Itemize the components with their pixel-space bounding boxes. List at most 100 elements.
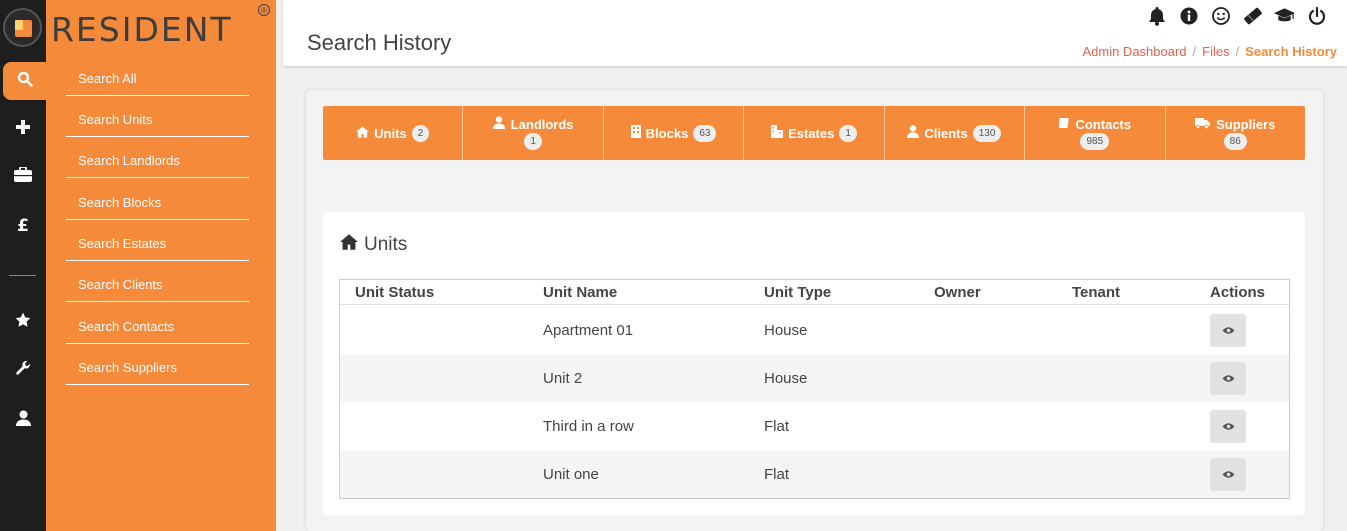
plus-icon xyxy=(16,119,30,139)
count-badge: 1 xyxy=(524,133,542,150)
breadcrumb: Admin Dashboard / Files / Search History xyxy=(1082,44,1337,59)
registered-mark: ® xyxy=(258,4,270,16)
graduation-cap-icon[interactable] xyxy=(1274,6,1295,26)
column-header[interactable]: Unit Status xyxy=(355,284,434,301)
count-badge: 86 xyxy=(1223,132,1247,150)
eye-icon xyxy=(1222,322,1235,339)
tab-label: Suppliers xyxy=(1216,116,1276,132)
brand-name: RESIDENT xyxy=(51,10,233,49)
power-icon[interactable] xyxy=(1306,6,1327,26)
home-icon xyxy=(356,125,370,141)
sidebar-item-search-estates[interactable]: Search Estates xyxy=(66,227,249,261)
table-row: Unit 2 House xyxy=(340,354,1289,402)
cell-unit-type: Flat xyxy=(764,466,790,483)
cell-unit-name: Unit 2 xyxy=(543,370,583,387)
units-panel: Units Unit Status Unit Name Unit Type Ow… xyxy=(323,212,1305,515)
column-header[interactable]: Tenant xyxy=(1072,284,1120,301)
truck-icon xyxy=(1195,117,1211,132)
count-badge: 985 xyxy=(1080,132,1110,150)
sidebar-item-search-suppliers[interactable]: Search Suppliers xyxy=(66,351,249,385)
logo-icon[interactable] xyxy=(3,8,42,47)
rail-profile[interactable] xyxy=(0,401,46,439)
view-button[interactable] xyxy=(1210,362,1246,395)
breadcrumb-separator: / xyxy=(1235,44,1240,59)
cell-unit-name: Unit one xyxy=(543,466,599,483)
column-header[interactable]: Unit Name xyxy=(543,284,617,301)
rail-briefcase[interactable] xyxy=(0,158,46,196)
tab-estates[interactable]: Estates 1 xyxy=(744,106,885,160)
column-header: Actions xyxy=(1210,284,1266,301)
rail-add[interactable] xyxy=(0,110,46,148)
sidebar-item-search-units[interactable]: Search Units xyxy=(66,103,249,137)
breadcrumb-current: Search History xyxy=(1245,44,1337,59)
bell-icon[interactable] xyxy=(1146,6,1167,26)
breadcrumb-files[interactable]: Files xyxy=(1202,44,1229,59)
tab-blocks[interactable]: Blocks 63 xyxy=(604,106,745,160)
view-button[interactable] xyxy=(1210,314,1246,347)
rail-favourites[interactable] xyxy=(0,303,46,341)
cell-unit-type: House xyxy=(764,322,808,339)
rail-tools[interactable] xyxy=(0,352,46,390)
wrench-icon xyxy=(15,360,32,382)
column-header[interactable]: Owner xyxy=(934,284,981,301)
cell-unit-name: Third in a row xyxy=(543,418,634,435)
rail-search[interactable] xyxy=(3,62,46,100)
table-row: Apartment 01 House xyxy=(340,306,1289,354)
sidebar-item-search-all[interactable]: Search All xyxy=(66,62,249,96)
breadcrumb-admin-dashboard[interactable]: Admin Dashboard xyxy=(1082,44,1186,59)
tab-label: Blocks xyxy=(645,125,689,141)
tab-clients[interactable]: Clients 130 xyxy=(885,106,1026,160)
tab-label: Clients xyxy=(924,125,968,141)
smile-icon[interactable] xyxy=(1210,6,1231,26)
search-icon xyxy=(17,71,33,92)
briefcase-icon xyxy=(14,166,32,187)
ticket-icon[interactable] xyxy=(1242,6,1263,26)
cell-unit-name: Apartment 01 xyxy=(543,322,634,339)
tab-units[interactable]: Units 2 xyxy=(323,106,464,160)
cell-unit-type: Flat xyxy=(764,418,790,435)
count-badge: 130 xyxy=(972,124,1002,142)
eye-icon xyxy=(1222,370,1235,387)
icon-rail: £ xyxy=(0,0,46,531)
page-title: Search History xyxy=(307,30,452,55)
tab-label: Contacts xyxy=(1075,116,1132,132)
rail-divider xyxy=(9,275,36,276)
star-icon xyxy=(15,312,31,333)
eye-icon xyxy=(1222,466,1235,483)
sidebar-item-search-blocks[interactable]: Search Blocks xyxy=(66,186,249,220)
table-header: Unit Status Unit Name Unit Type Owner Te… xyxy=(340,280,1289,305)
panel-title: Units xyxy=(340,234,407,256)
cell-unit-type: House xyxy=(764,370,808,387)
header-icons xyxy=(1146,6,1327,26)
tab-label: Estates xyxy=(788,125,835,141)
tab-landlords[interactable]: Landlords 1 xyxy=(463,106,604,160)
breadcrumb-separator: / xyxy=(1192,44,1197,59)
sidebar-item-search-contacts[interactable]: Search Contacts xyxy=(66,310,249,344)
sidebar-item-search-clients[interactable]: Search Clients xyxy=(66,268,249,302)
units-table: Unit Status Unit Name Unit Type Owner Te… xyxy=(339,279,1290,499)
search-history-card: Units 2 Landlords 1 Blocks 63 Estates 1 … xyxy=(306,90,1323,531)
panel-title-text: Units xyxy=(364,234,408,255)
table-row: Unit one Flat xyxy=(340,450,1289,498)
tab-suppliers[interactable]: Suppliers 86 xyxy=(1166,106,1305,160)
sidebar-item-search-landlords[interactable]: Search Landlords xyxy=(66,144,249,178)
tab-contacts[interactable]: Contacts 985 xyxy=(1025,106,1166,160)
tab-label: Units xyxy=(374,125,407,141)
rail-finance[interactable]: £ xyxy=(0,207,46,245)
home-icon xyxy=(340,234,358,256)
user-icon xyxy=(15,410,31,431)
column-header[interactable]: Unit Type xyxy=(764,284,831,301)
page-header: Search History Admin Dashboard / Files /… xyxy=(283,0,1347,66)
pound-icon: £ xyxy=(17,216,29,236)
count-badge: 2 xyxy=(411,124,430,142)
count-badge: 1 xyxy=(839,124,857,142)
tab-label: Landlords xyxy=(510,116,574,132)
user-tie-icon xyxy=(492,116,505,132)
users-icon xyxy=(907,125,920,141)
info-icon[interactable] xyxy=(1178,6,1199,26)
category-tabs: Units 2 Landlords 1 Blocks 63 Estates 1 … xyxy=(323,106,1305,160)
building-icon xyxy=(630,125,641,141)
book-icon xyxy=(1058,117,1070,132)
view-button[interactable] xyxy=(1210,410,1246,443)
view-button[interactable] xyxy=(1210,458,1246,491)
